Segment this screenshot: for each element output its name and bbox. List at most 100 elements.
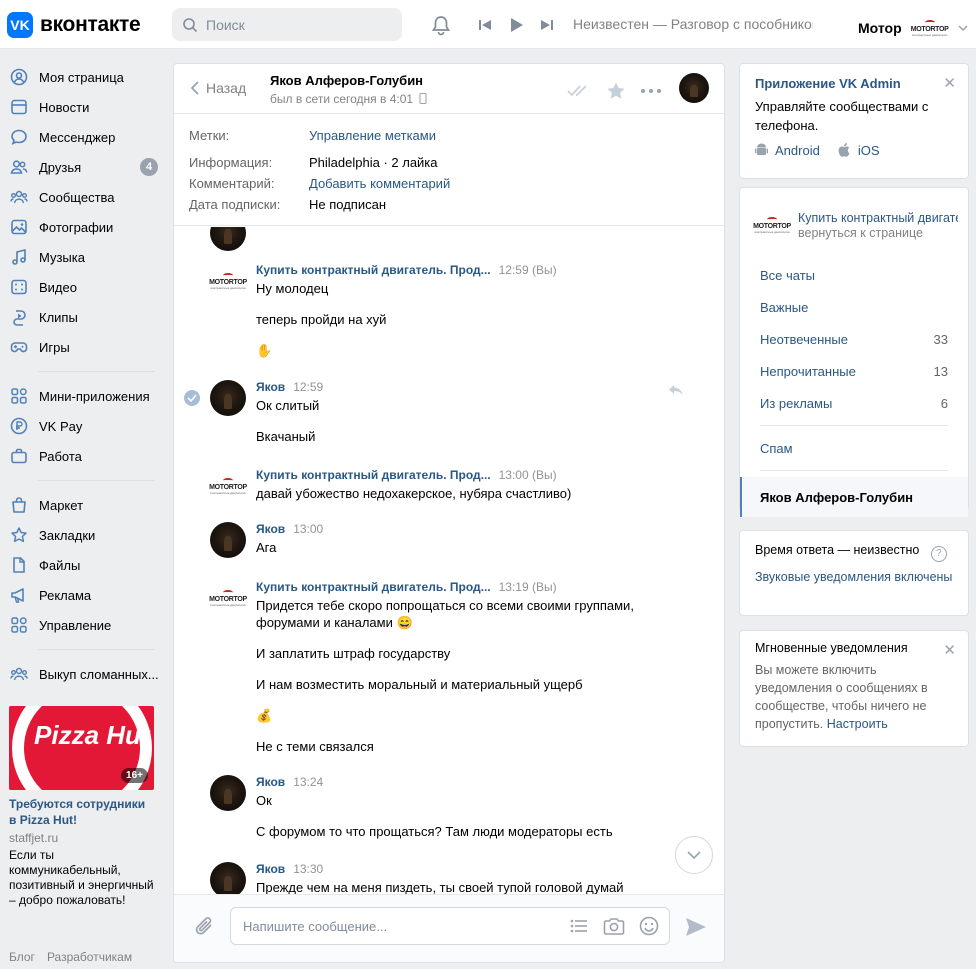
briefcase-icon xyxy=(10,447,28,465)
info-row: Информация: Philadelphia · 2 лайка xyxy=(189,152,709,173)
chat-contact-name[interactable]: Яков Алферов-Голубин xyxy=(270,73,423,88)
info-row: Дата подписки: Не подписан xyxy=(189,194,709,215)
sender-avatar[interactable] xyxy=(210,380,246,416)
nav-item[interactable]: Сообщества xyxy=(0,182,165,212)
scroll-down-button[interactable] xyxy=(675,836,713,874)
community-avatar[interactable]: MOTORTOP контрактные двигатели xyxy=(209,473,247,499)
ad-title[interactable]: Требуются сотрудники в Pizza Hut! xyxy=(9,796,155,828)
community-back-link[interactable]: MOTORTOP контрактные двигатели Купить ко… xyxy=(740,188,968,248)
camera-icon[interactable] xyxy=(603,916,625,936)
nav-item[interactable]: Маркет xyxy=(0,490,165,520)
nav-item[interactable]: Управление xyxy=(0,610,165,640)
paperclip-icon[interactable] xyxy=(194,915,216,939)
user-menu[interactable]: Мотор MOTORTOP контрактные двигатели xyxy=(858,16,968,40)
chat-filter[interactable]: Неотвеченные 33 xyxy=(740,323,968,355)
nav-item[interactable]: Мессенджер xyxy=(0,122,165,152)
nav-item[interactable]: Реклама xyxy=(0,580,165,610)
chat-filter[interactable]: Из рекламы 6 xyxy=(740,387,968,419)
nav-item[interactable]: Фотографии xyxy=(0,212,165,242)
footer-blog-link[interactable]: Блог xyxy=(9,950,35,964)
message-author[interactable]: Яков 13:24 xyxy=(256,775,323,789)
communities-icon xyxy=(10,665,28,683)
sender-avatar[interactable] xyxy=(210,775,246,811)
logo-arc xyxy=(223,477,233,483)
sender-avatar[interactable] xyxy=(210,227,246,251)
ad-block[interactable]: Pizza Hut 16+ Требуются сотрудники в Piz… xyxy=(9,706,155,908)
mark-read-icon[interactable] xyxy=(566,84,592,98)
message-author[interactable]: Купить контрактный двигатель. Прод... 12:… xyxy=(256,263,557,277)
active-chat-item[interactable]: Яков Алферов-Голубин xyxy=(740,477,968,517)
info-value[interactable]: Управление метками xyxy=(309,125,436,146)
close-icon[interactable]: ✕ xyxy=(943,641,956,659)
nav-item[interactable]: VK Pay xyxy=(0,411,165,441)
back-button[interactable]: Назад xyxy=(190,80,246,96)
message-author[interactable]: Купить контрактный двигатель. Прод... 13:… xyxy=(256,580,557,594)
ios-link[interactable]: iOS xyxy=(838,143,879,158)
message-author[interactable]: Купить контрактный двигатель. Прод... 13:… xyxy=(256,468,557,482)
send-icon[interactable] xyxy=(685,917,707,937)
nav-item[interactable]: Мини-приложения xyxy=(0,381,165,411)
nav-item[interactable]: Файлы xyxy=(0,550,165,580)
vk-admin-title[interactable]: Приложение VK Admin xyxy=(755,76,953,91)
next-track-icon[interactable] xyxy=(540,18,554,32)
template-list-icon[interactable] xyxy=(569,916,589,936)
search-input[interactable]: Поиск xyxy=(172,8,402,41)
star-icon xyxy=(10,526,28,544)
nav-item[interactable]: Закладки xyxy=(0,520,165,550)
message-author[interactable]: Яков 13:30 xyxy=(256,862,323,876)
more-icon[interactable] xyxy=(640,88,662,94)
chat-filter[interactable]: Важные xyxy=(740,291,968,323)
previous-track-icon[interactable] xyxy=(478,18,492,32)
nav-item[interactable]: Новости xyxy=(0,92,165,122)
logo-arc xyxy=(223,272,233,278)
reply-icon[interactable] xyxy=(668,384,684,399)
message-author[interactable]: Яков 12:59 xyxy=(256,380,323,394)
nav-item[interactable]: Музыка xyxy=(0,242,165,272)
close-icon[interactable]: ✕ xyxy=(943,74,956,92)
android-label: Android xyxy=(775,143,820,158)
logo-text: MOTORTOP xyxy=(209,595,247,603)
author-name: Яков xyxy=(256,522,286,536)
nav-item[interactable]: Видео xyxy=(0,272,165,302)
help-icon[interactable]: ? xyxy=(930,545,947,562)
play-icon[interactable] xyxy=(508,17,524,33)
nav-item[interactable]: Работа xyxy=(0,441,165,471)
nav-divider xyxy=(38,649,155,650)
message-text: Ок слитый xyxy=(256,398,320,413)
configure-link[interactable]: Настроить xyxy=(827,717,888,731)
emoji-icon[interactable] xyxy=(639,916,659,936)
now-playing-title[interactable]: Неизвестен — Разговор с пособником xyxy=(573,16,813,32)
contact-avatar[interactable] xyxy=(679,73,709,103)
chat-filter[interactable]: Непрочитанные 13 xyxy=(740,355,968,387)
sender-avatar[interactable] xyxy=(210,522,246,558)
instant-notifications-card: Мгновенные уведомления Вы можете включит… xyxy=(739,630,969,747)
message-author[interactable]: Яков 13:00 xyxy=(256,522,323,536)
ad-image[interactable]: Pizza Hut 16+ xyxy=(9,706,154,790)
community-avatar[interactable]: MOTORTOP контрактные двигатели xyxy=(209,585,247,611)
nav-item-label: Мессенджер xyxy=(39,129,116,145)
nav-item[interactable]: Игры xyxy=(0,332,165,362)
active-chat-label: Яков Алферов-Голубин xyxy=(760,489,914,505)
message-input[interactable]: Напишите сообщение... xyxy=(230,907,670,945)
nav-item[interactable]: Друзья 4 xyxy=(0,152,165,182)
community-avatar[interactable]: MOTORTOP контрактные двигатели xyxy=(209,268,247,294)
chat-filter[interactable]: Все чаты xyxy=(740,259,968,291)
info-value[interactable]: Добавить комментарий xyxy=(309,173,450,194)
sender-avatar[interactable] xyxy=(210,862,246,894)
left-sidebar: Моя страница Новости Мессенджер Друзья 4 Сооб… xyxy=(0,62,165,689)
selected-check-icon[interactable] xyxy=(184,390,200,406)
bell-icon[interactable] xyxy=(430,14,452,36)
filter-spam[interactable]: Спам xyxy=(740,432,968,464)
android-link[interactable]: Android xyxy=(755,143,820,158)
nav-item[interactable]: Клипы xyxy=(0,302,165,332)
sound-notifications-link[interactable]: Звуковые уведомления включены xyxy=(755,568,953,586)
logo-arc xyxy=(223,589,233,595)
nav-item[interactable]: Выкуп сломанных... xyxy=(0,659,165,689)
footer-dev-link[interactable]: Разработчикам xyxy=(47,950,132,964)
nav-item[interactable]: Моя страница xyxy=(0,62,165,92)
apps-grid-icon xyxy=(10,616,28,634)
user-name: Мотор xyxy=(858,20,902,36)
vk-logo[interactable]: VK вконтакте xyxy=(7,12,141,38)
message-text: Не с теми связался xyxy=(256,739,374,754)
star-icon[interactable] xyxy=(606,81,626,101)
